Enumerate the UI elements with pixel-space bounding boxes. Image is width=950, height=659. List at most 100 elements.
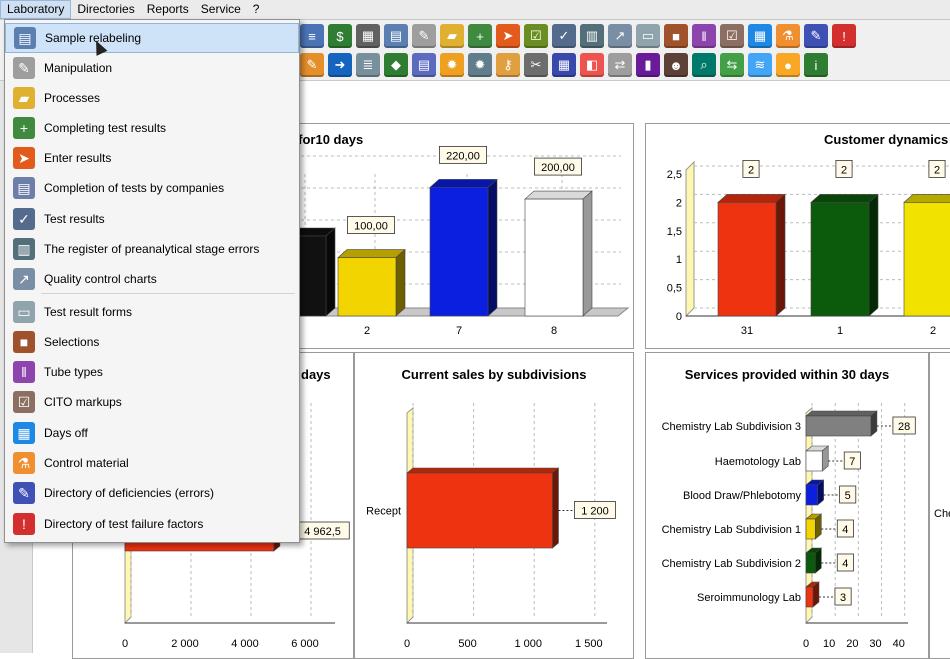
chart-icon[interactable]: ↗	[608, 24, 632, 48]
menu-reports[interactable]: Reports	[141, 0, 195, 19]
menu-item-sample-relabeling[interactable]: ▤ Sample relabeling	[5, 23, 299, 53]
bar	[406, 472, 553, 549]
notepad-icon: ▭	[13, 301, 35, 323]
stack-icon[interactable]: ◆	[384, 53, 408, 77]
layers-icon[interactable]: ≋	[748, 53, 772, 77]
bar	[805, 586, 814, 608]
cube-icon[interactable]: ◧	[580, 53, 604, 77]
menu-item-test-result-forms[interactable]: ▭ Test result forms	[5, 297, 299, 327]
calendar-icon[interactable]: ▦	[748, 24, 772, 48]
database-icon[interactable]: ≣	[356, 53, 380, 77]
bar-side	[582, 190, 593, 317]
bar-side	[775, 193, 786, 317]
y-tick-label: 0,5	[667, 283, 682, 295]
menu-item-manipulation[interactable]: ✎ Manipulation	[5, 53, 299, 83]
bar-top	[524, 190, 593, 200]
chart-customer-dynamics: 2,5 2 1,5 1 0,5 0 2 31 2 1 2 2	[667, 160, 950, 337]
form-icon[interactable]: ▤	[412, 53, 436, 77]
menu-directories[interactable]: Directories	[71, 0, 140, 19]
panel-partial-label: Che	[934, 508, 950, 520]
clipboard-plus-icon: +	[13, 117, 35, 139]
x-tick-label: 10	[823, 638, 835, 650]
checklist-icon[interactable]: ☑	[524, 24, 548, 48]
warning-icon[interactable]: !	[832, 24, 856, 48]
info-icon[interactable]: i	[804, 53, 828, 77]
menu-item-days-off[interactable]: ▦ Days off	[5, 418, 299, 448]
user-icon[interactable]: ☻	[664, 53, 688, 77]
tubes-icon[interactable]: ‖	[692, 24, 716, 48]
menu-item-tube-types[interactable]: ‖ Tube types	[5, 357, 299, 387]
menu-laboratory[interactable]: Laboratory	[0, 0, 72, 19]
wrench-icon[interactable]: ✎	[804, 24, 828, 48]
bar-top	[717, 194, 786, 203]
menu-item-the-register-of-preanalytical-stage-errors[interactable]: ▥ The register of preanalytical stage err…	[5, 234, 299, 264]
cito-icon: ☑	[13, 391, 35, 413]
clipboard-check-icon[interactable]: ✓	[552, 24, 576, 48]
folder-icon[interactable]: ▰	[440, 24, 464, 48]
x-tick-label: 0	[404, 638, 410, 650]
pin-icon: ➤	[13, 147, 35, 169]
menu-item-completing-test-results[interactable]: + Completing test results	[5, 113, 299, 143]
y-tick-label: Chemistry Lab Subdivision 3	[662, 421, 801, 433]
pipette-icon[interactable]: ✎	[412, 24, 436, 48]
gear-icon[interactable]: ✹	[440, 53, 464, 77]
arrows-icon[interactable]: ⇄	[608, 53, 632, 77]
data-label: 4	[842, 524, 848, 536]
menu-service[interactable]: Service	[195, 0, 247, 19]
menu-item-test-results[interactable]: ✓ Test results	[5, 204, 299, 234]
menu-item-label: Directory of test failure factors	[44, 517, 204, 531]
tools-icon[interactable]: ✂	[524, 53, 548, 77]
data-label: 4 962,5	[304, 526, 341, 538]
bar-side	[868, 193, 879, 317]
register-icon[interactable]: ▥	[580, 24, 604, 48]
edit-icon[interactable]: ✎	[300, 53, 324, 77]
bar-side	[395, 248, 406, 317]
chart-current-sales: 0 500 1 000 1 500 1 200 Recept	[366, 403, 616, 650]
y-tick-label: 0	[676, 311, 682, 323]
key-icon[interactable]: ⚷	[496, 53, 520, 77]
clipboard-icon[interactable]: ▤	[384, 24, 408, 48]
bar	[805, 415, 872, 437]
clipboard-plus-icon[interactable]: +	[468, 24, 492, 48]
search-icon[interactable]: ⌕	[692, 53, 716, 77]
x-tick-label: 2 000	[171, 638, 199, 650]
menu-item-processes[interactable]: ▰ Processes	[5, 83, 299, 113]
calculator-icon[interactable]: ▦	[356, 24, 380, 48]
bar	[903, 202, 950, 317]
menu-item-completion-of-tests-by-companies[interactable]: ▤ Completion of tests by companies	[5, 173, 299, 203]
menu-item-directory-of-test-failure-factors[interactable]: ! Directory of test failure factors	[5, 509, 299, 539]
transfer-icon[interactable]: ⇆	[720, 53, 744, 77]
x-tick-label: 4 000	[231, 638, 259, 650]
cito-icon[interactable]: ☑	[720, 24, 744, 48]
menu-item-enter-results[interactable]: ➤ Enter results	[5, 143, 299, 173]
data-label: 2	[841, 164, 847, 176]
toolbar-row-1: ≡ $ ▦ ▤ ✎ ▰ + ➤ ☑ ✓ ▥ ↗ ▭ ■ ‖ ☑ ▦ ⚗ ✎!	[300, 22, 856, 50]
wrench-icon: ✎	[13, 482, 35, 504]
arrow-icon[interactable]: ➜	[328, 53, 352, 77]
grid-icon[interactable]: ▦	[552, 53, 576, 77]
books-icon[interactable]: ▮	[636, 53, 660, 77]
back-wall	[685, 160, 695, 318]
cash-icon[interactable]: $	[328, 24, 352, 48]
coins-icon[interactable]: ●	[776, 53, 800, 77]
menu-item-label: Days off	[44, 426, 88, 440]
gear2-icon[interactable]: ✹	[468, 53, 492, 77]
notepad-icon[interactable]: ▭	[636, 24, 660, 48]
bar	[805, 450, 823, 472]
menu-help[interactable]: ?	[247, 0, 266, 19]
clipboard-list-icon: ▤	[13, 177, 35, 199]
menu-item-directory-of-deficiencies-errors[interactable]: ✎ Directory of deficiencies (errors)	[5, 478, 299, 508]
menu-item-control-material[interactable]: ⚗ Control material	[5, 448, 299, 478]
menu-item-label: Processes	[44, 91, 101, 105]
menu-item-selections[interactable]: ■ Selections	[5, 327, 299, 357]
menu-item-label: Control material	[44, 456, 129, 470]
calendar-icon: ▦	[13, 422, 35, 444]
pin-icon[interactable]: ➤	[496, 24, 520, 48]
panel-current-sales: Current sales by subdivisions 0 500 1 000 1…	[354, 352, 634, 659]
box-icon[interactable]: ■	[664, 24, 688, 48]
menu-item-cito-markups[interactable]: ☑ CITO markups	[5, 387, 299, 417]
flask-icon[interactable]: ⚗	[776, 24, 800, 48]
menu-item-quality-control-charts[interactable]: ↗ Quality control charts	[5, 264, 299, 294]
list-icon[interactable]: ≡	[300, 24, 324, 48]
data-label: 5	[845, 490, 851, 502]
